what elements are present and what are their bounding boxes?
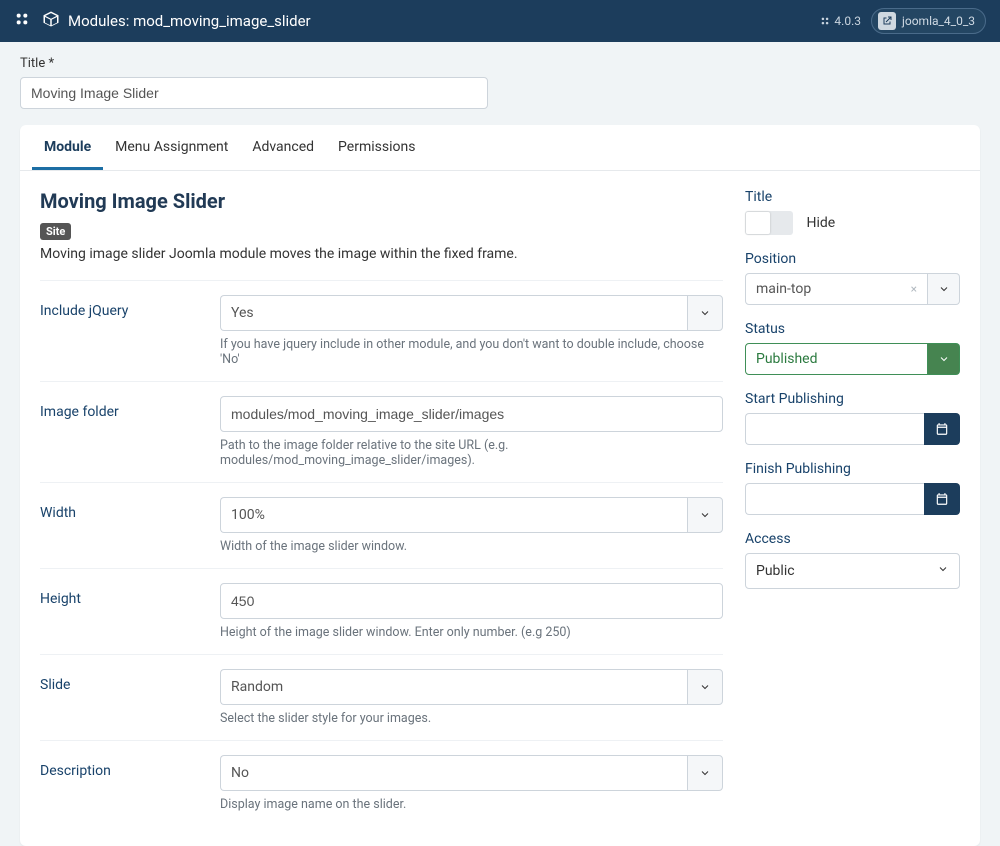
site-chip: Site [40, 223, 71, 240]
row-slide: Slide Random Select the slider style for… [40, 654, 723, 726]
tab-advanced[interactable]: Advanced [240, 125, 326, 170]
select-include-jquery[interactable]: Yes [220, 295, 723, 331]
value-include-jquery: Yes [231, 305, 254, 321]
row-include-jquery: Include jQuery Yes If you have jquery in… [40, 280, 723, 367]
chevron-down-icon [687, 295, 723, 331]
site-name: joomla_4_0_3 [902, 14, 975, 28]
side-access: Access Public [745, 531, 960, 589]
chevron-down-icon [937, 563, 949, 579]
module-heading: Moving Image Slider [40, 189, 723, 213]
page-title-text: Modules: mod_moving_image_slider [68, 12, 311, 30]
value-status: Published [756, 351, 817, 367]
topbar-right: 4.0.3 joomla_4_0_3 [820, 8, 986, 34]
input-finish-publishing[interactable] [745, 483, 960, 515]
topbar-left: Modules: mod_moving_image_slider [14, 10, 808, 32]
row-width: Width 100% Width of the image slider win… [40, 482, 723, 554]
input-image-folder[interactable] [220, 396, 723, 432]
select-width[interactable]: 100% [220, 497, 723, 533]
label-slide: Slide [40, 669, 220, 693]
external-link-icon [878, 12, 896, 30]
value-position: main-top [756, 281, 811, 297]
tab-module[interactable]: Module [32, 125, 103, 170]
value-description: No [231, 765, 249, 781]
site-badge[interactable]: joomla_4_0_3 [871, 8, 986, 34]
chevron-down-icon [928, 343, 960, 375]
row-height: Height Height of the image slider window… [40, 568, 723, 640]
help-width: Width of the image slider window. [220, 539, 723, 554]
title-toggle[interactable] [745, 211, 793, 235]
label-height: Height [40, 583, 220, 607]
label-position: Position [745, 251, 960, 267]
value-access: Public [756, 563, 795, 579]
select-description[interactable]: No [220, 755, 723, 791]
clear-icon[interactable]: × [911, 282, 917, 296]
input-start-publishing[interactable] [745, 413, 960, 445]
select-slide[interactable]: Random [220, 669, 723, 705]
label-width: Width [40, 497, 220, 521]
value-width: 100% [231, 507, 265, 523]
help-include-jquery: If you have jquery include in other modu… [220, 337, 723, 367]
help-image-folder: Path to the image folder relative to the… [220, 438, 723, 468]
title-toggle-text: Hide [806, 215, 835, 231]
side-title: Title Hide [745, 189, 960, 235]
label-status: Status [745, 321, 960, 337]
calendar-icon[interactable] [924, 483, 960, 515]
module-description: Moving image slider Joomla module moves … [40, 246, 723, 262]
module-panel: Moving Image Slider Site Moving image sl… [20, 171, 980, 846]
version-badge: 4.0.3 [820, 14, 861, 28]
module-card: Module Menu Assignment Advanced Permissi… [20, 125, 980, 846]
box-icon [42, 10, 60, 32]
tab-permissions[interactable]: Permissions [326, 125, 427, 170]
side-start-publishing: Start Publishing [745, 391, 960, 445]
help-slide: Select the slider style for your images. [220, 711, 723, 726]
chevron-down-icon [687, 755, 723, 791]
chevron-down-icon [687, 497, 723, 533]
side-finish-publishing: Finish Publishing [745, 461, 960, 515]
label-access: Access [745, 531, 960, 547]
label-title-toggle: Title [745, 189, 960, 205]
page-title: Modules: mod_moving_image_slider [42, 10, 311, 32]
value-slide: Random [231, 679, 283, 695]
tab-menu-assignment[interactable]: Menu Assignment [103, 125, 240, 170]
sidebar: Title Hide Position main-top × Status [745, 189, 960, 826]
title-input[interactable] [20, 77, 488, 109]
label-include-jquery: Include jQuery [40, 295, 220, 319]
row-description: Description No Display image name on the… [40, 740, 723, 812]
joomla-logo-icon [14, 11, 30, 31]
chevron-down-icon [928, 273, 960, 305]
label-description: Description [40, 755, 220, 779]
title-area: Title * [0, 42, 1000, 113]
module-form: Moving Image Slider Site Moving image sl… [40, 189, 723, 826]
label-start-publishing: Start Publishing [745, 391, 960, 407]
side-status: Status Published [745, 321, 960, 375]
select-status[interactable]: Published [745, 343, 960, 375]
help-description: Display image name on the slider. [220, 797, 723, 812]
input-height[interactable] [220, 583, 723, 619]
row-image-folder: Image folder Path to the image folder re… [40, 381, 723, 468]
calendar-icon[interactable] [924, 413, 960, 445]
topbar: Modules: mod_moving_image_slider 4.0.3 j… [0, 0, 1000, 42]
label-image-folder: Image folder [40, 396, 220, 420]
version-text: 4.0.3 [834, 14, 861, 28]
title-label: Title * [20, 56, 980, 71]
label-finish-publishing: Finish Publishing [745, 461, 960, 477]
tab-bar: Module Menu Assignment Advanced Permissi… [20, 125, 980, 171]
side-position: Position main-top × [745, 251, 960, 305]
chevron-down-icon [687, 669, 723, 705]
help-height: Height of the image slider window. Enter… [220, 625, 723, 640]
select-access[interactable]: Public [745, 553, 960, 589]
select-position[interactable]: main-top × [745, 273, 960, 305]
